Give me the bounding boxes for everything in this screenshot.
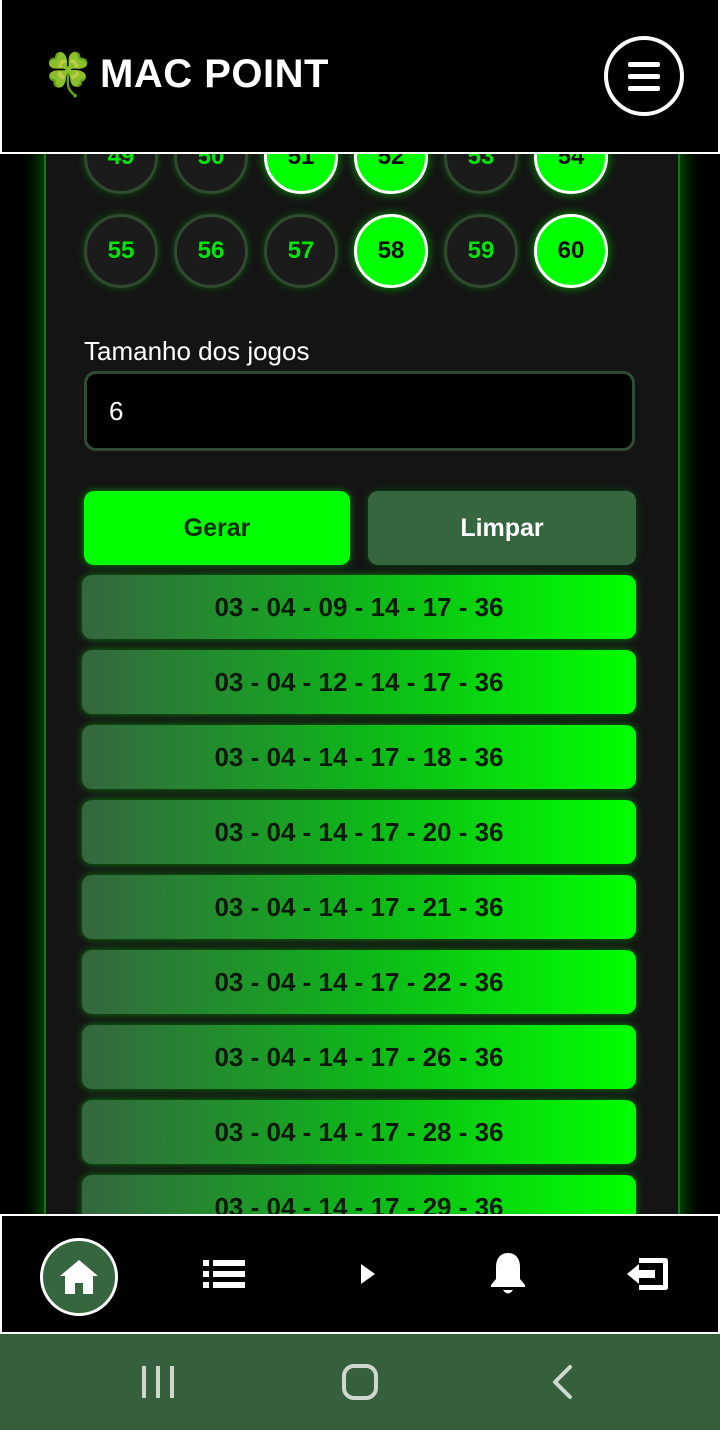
bottom-navigation — [0, 1214, 720, 1334]
generated-game[interactable]: 03 - 04 - 14 - 17 - 18 - 36 — [82, 725, 636, 789]
generated-game[interactable]: 03 - 04 - 14 - 17 - 21 - 36 — [82, 875, 636, 939]
game-size-input[interactable]: 6 — [84, 371, 635, 451]
play-icon — [361, 1264, 375, 1284]
number-ball[interactable]: 56 — [174, 214, 248, 288]
recents-icon — [142, 1366, 174, 1398]
nav-logout-button[interactable] — [606, 1216, 690, 1332]
home-circle-icon — [342, 1364, 378, 1400]
system-home-button[interactable] — [330, 1334, 390, 1430]
number-ball[interactable]: 60 — [534, 214, 608, 288]
app-title: MAC POINT — [100, 52, 329, 96]
number-ball[interactable]: 59 — [444, 214, 518, 288]
generated-game[interactable]: 03 - 04 - 14 - 17 - 28 - 36 — [82, 1100, 636, 1164]
list-icon — [203, 1260, 245, 1288]
number-ball[interactable]: 57 — [264, 214, 338, 288]
generated-game[interactable]: 03 - 04 - 09 - 14 - 17 - 36 — [82, 575, 636, 639]
system-navigation-bar — [0, 1334, 720, 1430]
generated-game[interactable]: 03 - 04 - 12 - 14 - 17 - 36 — [82, 650, 636, 714]
number-ball[interactable]: 58 — [354, 214, 428, 288]
app-header: 🍀 MAC POINT — [0, 0, 720, 154]
generated-game[interactable]: 03 - 04 - 14 - 17 - 22 - 36 — [82, 950, 636, 1014]
nav-home-button[interactable] — [40, 1238, 118, 1316]
generate-button[interactable]: Gerar — [84, 491, 350, 565]
home-icon — [60, 1260, 98, 1294]
hamburger-icon — [628, 61, 660, 67]
nav-list-button[interactable] — [184, 1216, 264, 1332]
clover-icon: 🍀 — [42, 51, 95, 98]
logout-icon — [627, 1258, 668, 1290]
generated-game[interactable]: 03 - 04 - 14 - 17 - 26 - 36 — [82, 1025, 636, 1089]
bell-icon — [491, 1253, 525, 1294]
back-icon — [553, 1365, 572, 1399]
clear-button[interactable]: Limpar — [368, 491, 636, 565]
number-ball[interactable]: 55 — [84, 214, 158, 288]
nav-notifications-button[interactable] — [468, 1216, 548, 1332]
nav-play-button[interactable] — [328, 1216, 408, 1332]
generated-game[interactable]: 03 - 04 - 14 - 17 - 20 - 36 — [82, 800, 636, 864]
system-back-button[interactable] — [532, 1334, 592, 1430]
recents-button[interactable] — [128, 1334, 188, 1430]
menu-button[interactable] — [604, 36, 684, 116]
game-size-label: Tamanho dos jogos — [84, 336, 310, 366]
number-row: 55 56 57 58 59 60 — [84, 214, 608, 288]
